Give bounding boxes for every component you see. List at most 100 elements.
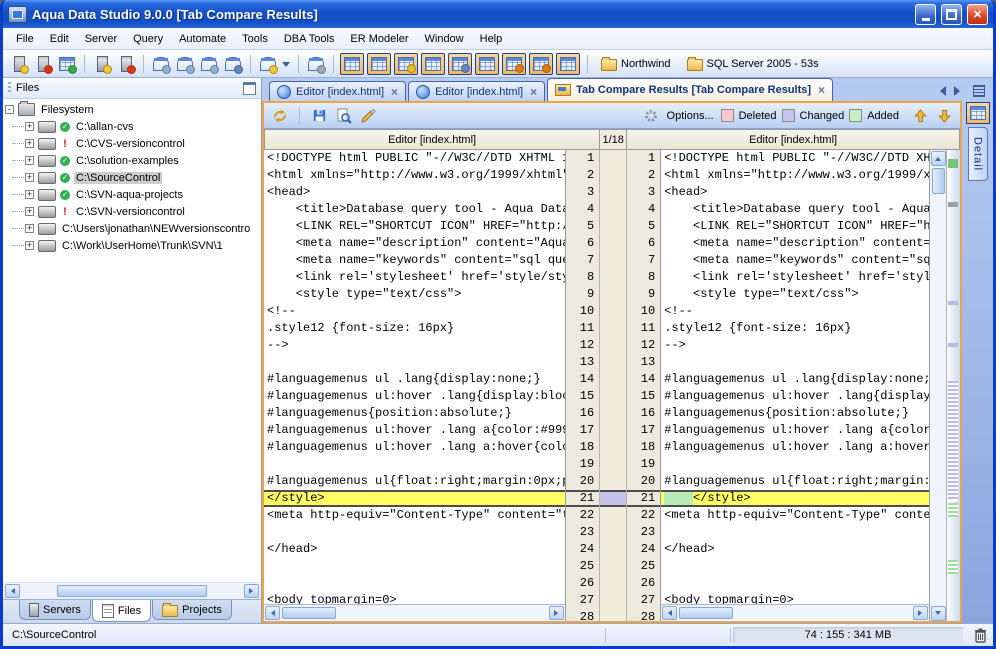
- vscroll-thumb[interactable]: [932, 168, 945, 194]
- describe-object-button[interactable]: [257, 53, 279, 75]
- right-editor-pane[interactable]: <!DOCTYPE html PUBLIC "-//W3C//DTD XHTML…: [660, 150, 930, 621]
- server-shortcut[interactable]: SQL Server 2005 - 53s: [687, 56, 819, 71]
- edit-table-data-button[interactable]: [222, 53, 244, 75]
- menu-dba-tools[interactable]: DBA Tools: [276, 30, 343, 48]
- menu-tools[interactable]: Tools: [234, 30, 276, 48]
- scroll-thumb[interactable]: [679, 607, 733, 619]
- panel-tab-projects[interactable]: Projects: [152, 600, 232, 620]
- menu-edit[interactable]: Edit: [42, 30, 77, 48]
- tree-root-filesystem[interactable]: -Filesystem: [5, 101, 261, 118]
- trash-icon[interactable]: [967, 628, 993, 643]
- expand-icon[interactable]: +: [25, 156, 34, 165]
- doc-tab[interactable]: Editor [index.html]×: [269, 81, 406, 101]
- server-shortcut[interactable]: Northwind: [601, 56, 671, 71]
- tab-close-icon[interactable]: ×: [818, 83, 825, 97]
- tree-item[interactable]: +C:\Users\jonathan\NEWversionscontro: [5, 220, 261, 237]
- diff-overview-ruler[interactable]: [947, 150, 960, 621]
- editor-hscrollbar[interactable]: [264, 604, 565, 621]
- scroll-left-icon[interactable]: [265, 606, 280, 620]
- close-button[interactable]: [967, 4, 988, 25]
- minimize-button[interactable]: [915, 4, 936, 25]
- register-server-button[interactable]: [8, 53, 30, 75]
- results-grid-view-button[interactable]: [340, 53, 364, 75]
- doc-tab-active[interactable]: Tab Compare Results [Tab Compare Results…: [547, 78, 833, 101]
- menu-server[interactable]: Server: [77, 30, 125, 48]
- menu-query[interactable]: Query: [125, 30, 171, 48]
- menu-help[interactable]: Help: [472, 30, 511, 48]
- unregister-server-button[interactable]: [32, 53, 54, 75]
- disconnect-server-button[interactable]: [115, 53, 137, 75]
- tab-close-icon[interactable]: ×: [391, 85, 398, 99]
- expand-icon[interactable]: +: [25, 190, 34, 199]
- tree-item[interactable]: +✓C:\allan-cvs: [5, 118, 261, 135]
- er-modeler-window-button[interactable]: [305, 53, 327, 75]
- import-table-data-button[interactable]: [56, 53, 78, 75]
- scroll-right-icon[interactable]: [244, 584, 259, 598]
- tab-close-icon[interactable]: ×: [530, 85, 537, 99]
- tree-item[interactable]: +✓C:\SVN-aqua-projects: [5, 186, 261, 203]
- file-tree[interactable]: -Filesystem+✓C:\allan-cvs+!C:\CVS-versio…: [3, 99, 261, 582]
- tree-item[interactable]: +!C:\CVS-versioncontrol: [5, 135, 261, 152]
- scroll-right-icon[interactable]: [913, 606, 928, 620]
- pivot-view-button[interactable]: [448, 53, 472, 75]
- refresh-compare-icon[interactable]: [271, 107, 288, 124]
- query-builder-button[interactable]: [198, 53, 220, 75]
- tab-scroll-left-icon[interactable]: [935, 86, 946, 96]
- file-tree-hscrollbar[interactable]: [4, 582, 260, 599]
- right-editor-vscrollbar[interactable]: [930, 150, 947, 621]
- tree-item[interactable]: +!C:\SVN-versioncontrol: [5, 203, 261, 220]
- tree-item[interactable]: +✓C:\solution-examples: [5, 152, 261, 169]
- menu-window[interactable]: Window: [417, 30, 472, 48]
- next-diff-icon[interactable]: [936, 107, 953, 124]
- save-icon[interactable]: [311, 107, 328, 124]
- dropdown-arrow-icon[interactable]: [282, 62, 290, 71]
- panel-tab-files[interactable]: Files: [92, 600, 151, 622]
- table-results-view-button[interactable]: [556, 53, 580, 75]
- scroll-left-icon[interactable]: [662, 606, 677, 620]
- scroll-thumb[interactable]: [282, 607, 336, 619]
- expand-icon[interactable]: +: [25, 207, 34, 216]
- menu-er-modeler[interactable]: ER Modeler: [342, 30, 416, 48]
- options-button[interactable]: Options...: [667, 110, 714, 122]
- find-icon[interactable]: [335, 107, 352, 124]
- table-grid-view-button[interactable]: [421, 53, 445, 75]
- database-objects-view-button[interactable]: [394, 53, 418, 75]
- menu-file[interactable]: File: [8, 30, 42, 48]
- expand-icon[interactable]: +: [25, 122, 34, 131]
- expand-icon[interactable]: +: [25, 224, 34, 233]
- connect-server-button[interactable]: [91, 53, 113, 75]
- gutter-cell: [600, 354, 626, 371]
- panel-grip-icon[interactable]: [8, 82, 11, 94]
- chart-view-button[interactable]: [529, 53, 553, 75]
- scroll-thumb[interactable]: [57, 585, 207, 597]
- query-analyzer-find-button[interactable]: [174, 53, 196, 75]
- detail-view-toggle[interactable]: [966, 102, 990, 124]
- left-editor-pane[interactable]: <!DOCTYPE html PUBLIC "-//W3C//DTD XHTML…: [264, 150, 566, 621]
- object-hierarchy-view-button[interactable]: [502, 53, 526, 75]
- code-line: -->: [661, 337, 929, 354]
- panel-tab-servers[interactable]: Servers: [19, 600, 91, 620]
- menu-automate[interactable]: Automate: [171, 30, 234, 48]
- expand-icon[interactable]: +: [25, 173, 34, 182]
- doc-tab[interactable]: Editor [index.html]×: [408, 81, 545, 101]
- scroll-up-icon[interactable]: [931, 151, 946, 166]
- detail-panel-tab[interactable]: Detail: [968, 127, 988, 181]
- editor-hscrollbar[interactable]: [661, 604, 929, 621]
- list-detail-view-button[interactable]: [475, 53, 499, 75]
- scroll-down-icon[interactable]: [931, 606, 946, 621]
- schema-tree-view-button[interactable]: [367, 53, 391, 75]
- expand-icon[interactable]: +: [25, 139, 34, 148]
- collapse-icon[interactable]: -: [5, 105, 14, 114]
- float-panel-icon[interactable]: [243, 82, 256, 95]
- format-brush-icon[interactable]: [359, 107, 376, 124]
- tree-item[interactable]: +✓C:\SourceControl: [5, 169, 261, 186]
- tab-list-icon[interactable]: [973, 85, 985, 97]
- maximize-button[interactable]: [941, 4, 962, 25]
- tree-item[interactable]: +C:\Work\UserHome\Trunk\SVN\1: [5, 237, 261, 254]
- expand-icon[interactable]: +: [25, 241, 34, 250]
- previous-diff-icon[interactable]: [912, 107, 929, 124]
- query-analyzer-button[interactable]: [150, 53, 172, 75]
- scroll-right-icon[interactable]: [549, 606, 564, 620]
- scroll-left-icon[interactable]: [5, 584, 20, 598]
- tab-scroll-right-icon[interactable]: [954, 86, 965, 96]
